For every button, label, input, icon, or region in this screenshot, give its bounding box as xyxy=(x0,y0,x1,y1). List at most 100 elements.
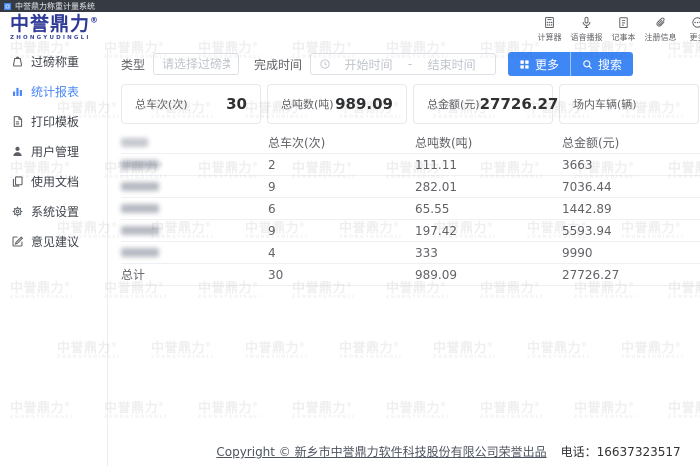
brand-watermark: 中誉鼎力®ZHONGYUDINGLI xyxy=(57,342,120,361)
search-button[interactable]: 搜索 xyxy=(571,52,633,76)
redacted-text xyxy=(121,160,159,169)
brand-watermark: 中誉鼎力®ZHONGYUDINGLI xyxy=(574,402,637,421)
table-row: 2111.113663 xyxy=(121,154,700,176)
toolbar-item-label: 计算器 xyxy=(538,32,562,43)
type-filter-label: 类型 xyxy=(121,56,145,73)
brand-watermark: 中誉鼎力®ZHONGYUDINGLI xyxy=(104,402,167,421)
sidebar-item-label: 系统设置 xyxy=(31,203,79,220)
page-footer: Copyright © 新乡市中誉鼎力软件科技股份有限公司荣誉出品 电话：1663… xyxy=(159,443,700,460)
type-filter-input[interactable] xyxy=(153,53,239,75)
toolbar-item-2[interactable]: 语音播报 xyxy=(568,16,605,43)
phone-number: 16637323517 xyxy=(597,445,681,459)
brand-watermark: 中誉鼎力®ZHONGYUDINGLI xyxy=(151,342,214,361)
row-name-cell xyxy=(121,158,268,171)
table-cell: 5593.94 xyxy=(562,222,700,240)
phone-label: 电话： xyxy=(561,445,597,459)
table-cell: 333 xyxy=(415,244,562,262)
grid-icon xyxy=(519,59,530,70)
search-button-label: 搜索 xyxy=(598,56,622,73)
brand-watermark: 中誉鼎力®ZHONGYUDINGLI xyxy=(433,342,496,361)
table-cell: 111.11 xyxy=(415,156,562,174)
toolbar-item-label: 注册信息 xyxy=(645,32,677,43)
window-title: 中誉鼎力称重计量系统 xyxy=(15,1,95,12)
sidebar-item-5[interactable]: 使用文档 xyxy=(0,166,107,196)
table-row: 665.551442.89 xyxy=(121,198,700,220)
sidebar-item-label: 过磅称重 xyxy=(31,53,79,70)
sidebar-item-3[interactable]: 打印模板 xyxy=(0,106,107,136)
sidebar-item-label: 意见建议 xyxy=(31,233,79,250)
summary-card-3: 总金额(元)27726.27 xyxy=(413,84,553,124)
brand-watermark: 中誉鼎力®ZHONGYUDINGLI xyxy=(339,342,402,361)
table-cell: 9990 xyxy=(562,244,700,262)
redacted-text xyxy=(121,138,148,147)
table-cell: 2 xyxy=(268,156,415,174)
brand-watermark: 中誉鼎力®ZHONGYUDINGLI xyxy=(668,402,700,421)
toolbar-item-1[interactable]: 计算器 xyxy=(531,16,568,43)
card-label: 总吨数(吨) xyxy=(281,96,334,112)
row-name-cell xyxy=(121,136,268,149)
table-cell: 4 xyxy=(268,244,415,262)
card-label: 总金额(元) xyxy=(427,96,480,112)
toolbar-item-3[interactable]: 记事本 xyxy=(605,16,642,43)
card-value: 989.09 xyxy=(335,95,393,113)
table-cell: 9 xyxy=(268,222,415,240)
brand-watermark: 中誉鼎力®ZHONGYUDINGLI xyxy=(10,282,73,301)
table-cell: 6 xyxy=(268,200,415,218)
sidebar-item-1[interactable]: 过磅称重 xyxy=(0,46,107,76)
sidebar-item-7[interactable]: 意见建议 xyxy=(0,226,107,256)
date-range-picker[interactable]: 开始时间 - 结束时间 xyxy=(310,53,496,75)
toolbar-item-label: 记事本 xyxy=(612,32,636,43)
table-cell: 1442.89 xyxy=(562,200,700,218)
report-table: 总车次(次)总吨数(吨)总金额(元)2111.1136639282.017036… xyxy=(121,132,700,286)
more-button-label: 更多 xyxy=(535,56,559,73)
row-name-cell: 总计 xyxy=(121,264,268,285)
sidebar-item-label: 打印模板 xyxy=(31,113,79,130)
summary-cards: 总车次(次) 30 总吨数(吨)989.09 总金额(元)27726.27 场内车辆(辆… xyxy=(121,84,700,124)
table-cell: 总吨数(吨) xyxy=(415,132,562,153)
table-row: 9282.017036.44 xyxy=(121,176,700,198)
toolbar-item-4[interactable]: 注册信息 xyxy=(642,16,679,43)
notepad-icon xyxy=(617,16,630,29)
table-cell: 7036.44 xyxy=(562,178,700,196)
brand-watermark: 中誉鼎力®ZHONGYUDINGLI xyxy=(10,402,73,421)
main-content: 类型 完成时间 开始时间 - 结束时间 更多 xyxy=(121,52,700,286)
sidebar-item-6[interactable]: 系统设置 xyxy=(0,196,107,226)
search-icon xyxy=(582,59,593,70)
table-cell: 65.55 xyxy=(415,200,562,218)
card-label: 总车次(次) xyxy=(135,96,188,112)
table-cell: 30 xyxy=(268,266,415,284)
table-row: 9197.425593.94 xyxy=(121,220,700,242)
sidebar-divider xyxy=(107,50,108,466)
filter-bar: 类型 完成时间 开始时间 - 结束时间 更多 xyxy=(121,52,700,76)
summary-card-1: 总车次(次) 30 xyxy=(121,84,261,124)
document-icon xyxy=(11,115,24,128)
brand-watermark: 中誉鼎力®ZHONGYUDINGLI xyxy=(480,402,543,421)
header-toolbar: 计算器语音播报记事本注册信息更多 xyxy=(531,16,700,43)
copyright-link[interactable]: Copyright © 新乡市中誉鼎力软件科技股份有限公司荣誉出品 xyxy=(216,445,546,459)
row-name-cell xyxy=(121,224,268,237)
row-name-cell xyxy=(121,246,268,259)
row-name-cell xyxy=(121,202,268,215)
edit-icon xyxy=(11,235,24,248)
card-label: 场内车辆(辆) xyxy=(573,96,637,112)
microphone-icon xyxy=(580,16,593,29)
end-time-placeholder: 结束时间 xyxy=(416,56,487,73)
table-cell: 9 xyxy=(268,178,415,196)
toolbar-item-5[interactable]: 更多 xyxy=(679,16,700,43)
sidebar-item-2[interactable]: 统计报表 xyxy=(0,76,107,106)
gear-icon xyxy=(11,205,24,218)
sidebar-item-4[interactable]: 用户管理 xyxy=(0,136,107,166)
summary-card-4: 场内车辆(辆) xyxy=(559,84,699,124)
start-time-placeholder: 开始时间 xyxy=(333,56,404,73)
redacted-text xyxy=(121,248,159,257)
calculator-icon xyxy=(543,16,556,29)
card-value: 30 xyxy=(226,95,247,113)
sidebar-item-label: 用户管理 xyxy=(31,143,79,160)
table-cell: 27726.27 xyxy=(562,266,700,284)
more-filters-button[interactable]: 更多 xyxy=(508,52,571,76)
brand-watermark: 中誉鼎力®ZHONGYUDINGLI xyxy=(527,342,590,361)
copy-icon xyxy=(11,175,24,188)
table-cell: 总金额(元) xyxy=(562,132,700,153)
time-filter-label: 完成时间 xyxy=(254,56,302,73)
paperclip-icon xyxy=(654,16,667,29)
